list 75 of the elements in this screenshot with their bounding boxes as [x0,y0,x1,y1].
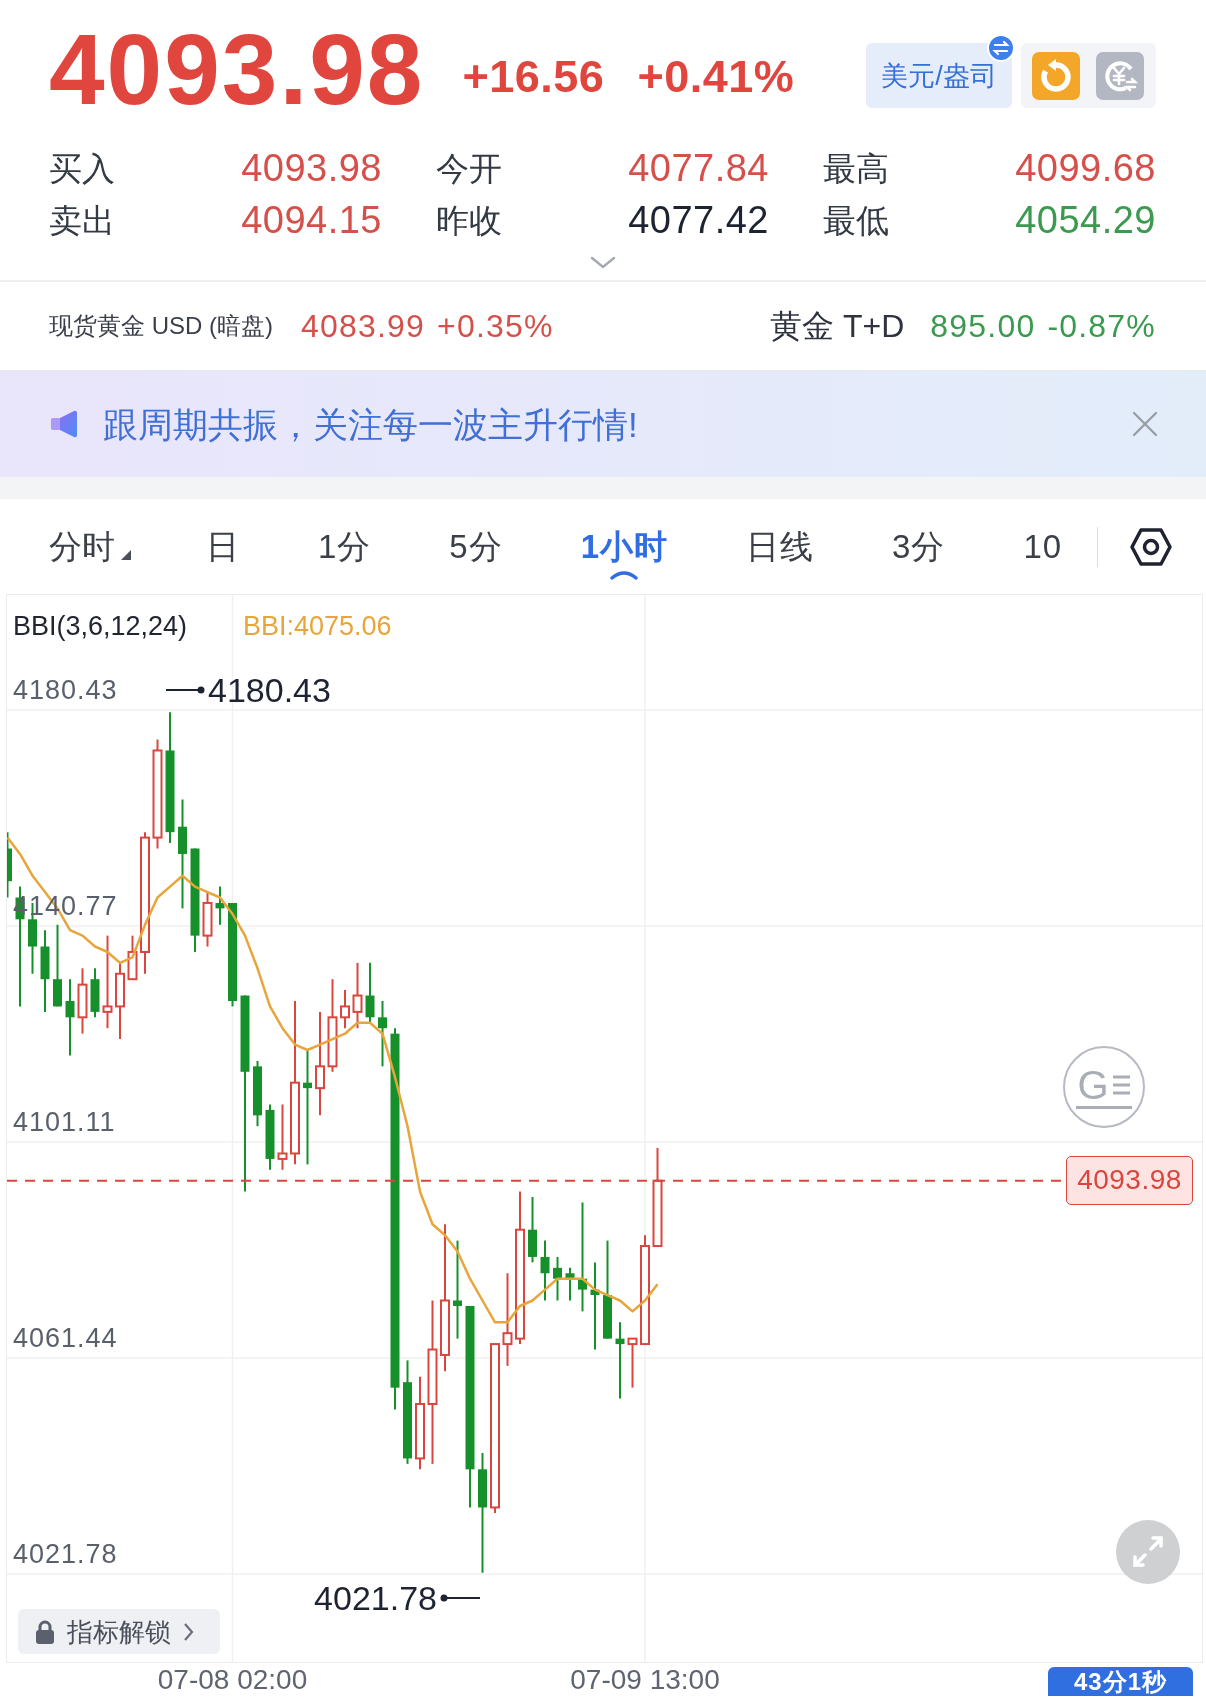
time-label: 07-08 02:00 [157,1666,308,1694]
leader-line [440,1594,481,1602]
arc-indicator-icon [609,570,640,580]
leader-line [165,686,205,694]
stat-label: 今开 [436,151,502,185]
candlestick [378,1000,387,1068]
period-tab[interactable]: 日 [206,530,240,563]
expand-icon[interactable] [1116,1520,1180,1584]
last-price: 4093.98 [49,24,425,114]
period-tab[interactable]: 5分 [449,530,503,563]
stat-label: 买入 [49,151,115,185]
yen-exchange-icon[interactable] [1096,51,1144,100]
period-tab[interactable]: 3分 [892,530,946,563]
market-name: 黄金 T+D [770,310,905,342]
stat-value: 4077.84 [628,149,769,187]
stat-value: 4077.42 [628,201,769,239]
candlestick [627,1337,638,1389]
period-tab[interactable]: 分时 [49,530,131,563]
swap-icon[interactable] [987,34,1015,62]
market-price: 895.00 [930,310,1036,342]
period-tab[interactable]: 10 [1023,530,1063,563]
change-percent: +0.41% [637,49,795,99]
current-price-tag: 4093.98 [1066,1155,1193,1205]
candlestick [127,934,138,981]
candlestick [352,961,363,1030]
indicator-name: BBI(3,6,12,24) [13,610,188,643]
high-price-label: 4180.43 [208,670,331,710]
market-price: 4083.99 [301,310,426,342]
unit-toggle-button[interactable]: 美元/盎司 [866,43,1012,108]
candlestick [565,1266,575,1302]
axis-label: 4180.43 [13,675,118,705]
candlestick [553,1255,562,1302]
candlestick [215,885,225,926]
close-icon[interactable] [1132,411,1158,437]
price-change: +16.56 [462,49,605,99]
period-tab[interactable]: 1小时 [580,530,669,563]
candlestick [528,1196,537,1264]
lock-icon [35,1619,55,1644]
period-tab[interactable]: 1分 [318,530,372,563]
axis-label: 4061.44 [13,1323,118,1353]
market-change: -0.87% [1047,310,1156,342]
candlestick [77,967,88,1035]
banner-text: 跟周期共振，关注每一波主升行情! [103,406,638,442]
low-price-label: 4021.78 [314,1578,437,1618]
countdown-badge: 43分1秒 [1047,1667,1193,1696]
candlestick [340,989,350,1030]
stat-label: 昨收 [436,203,502,237]
corner-triangle-icon [121,550,131,560]
candlestick [7,831,12,899]
market-change: +0.35% [437,310,554,342]
axis-label: 4021.78 [13,1539,118,1569]
chevron-down-icon[interactable] [590,256,616,270]
candlestick [277,1103,288,1171]
stat-label: 最低 [823,203,889,237]
candlestick [540,1239,550,1302]
series-legend: BBI:4075.06 [243,609,392,643]
stat-value: 4093.98 [241,149,382,187]
market-name: 现货黄金 USD (暗盘) [49,314,273,338]
period-tab[interactable]: 日线 [746,530,815,563]
candlestick [365,961,375,1024]
stat-value: 4099.68 [1015,149,1156,187]
candlestick [265,1103,275,1171]
stat-label: 最高 [823,151,889,185]
settings-icon[interactable] [1130,526,1172,567]
candlestick [90,967,100,1019]
time-label: 07-09 13:00 [570,1666,720,1694]
lines-icon [1110,1073,1131,1097]
candlestick [202,891,213,948]
axis-label: 4101.11 [13,1106,116,1137]
stat-label: 卖出 [49,203,115,237]
stat-value: 4094.15 [241,201,382,239]
candlestick [253,1059,262,1128]
stat-value: 4054.29 [1015,201,1156,239]
unlock-indicator-button[interactable]: 指标解锁 [18,1609,220,1654]
chevron-right-icon [183,1621,194,1642]
